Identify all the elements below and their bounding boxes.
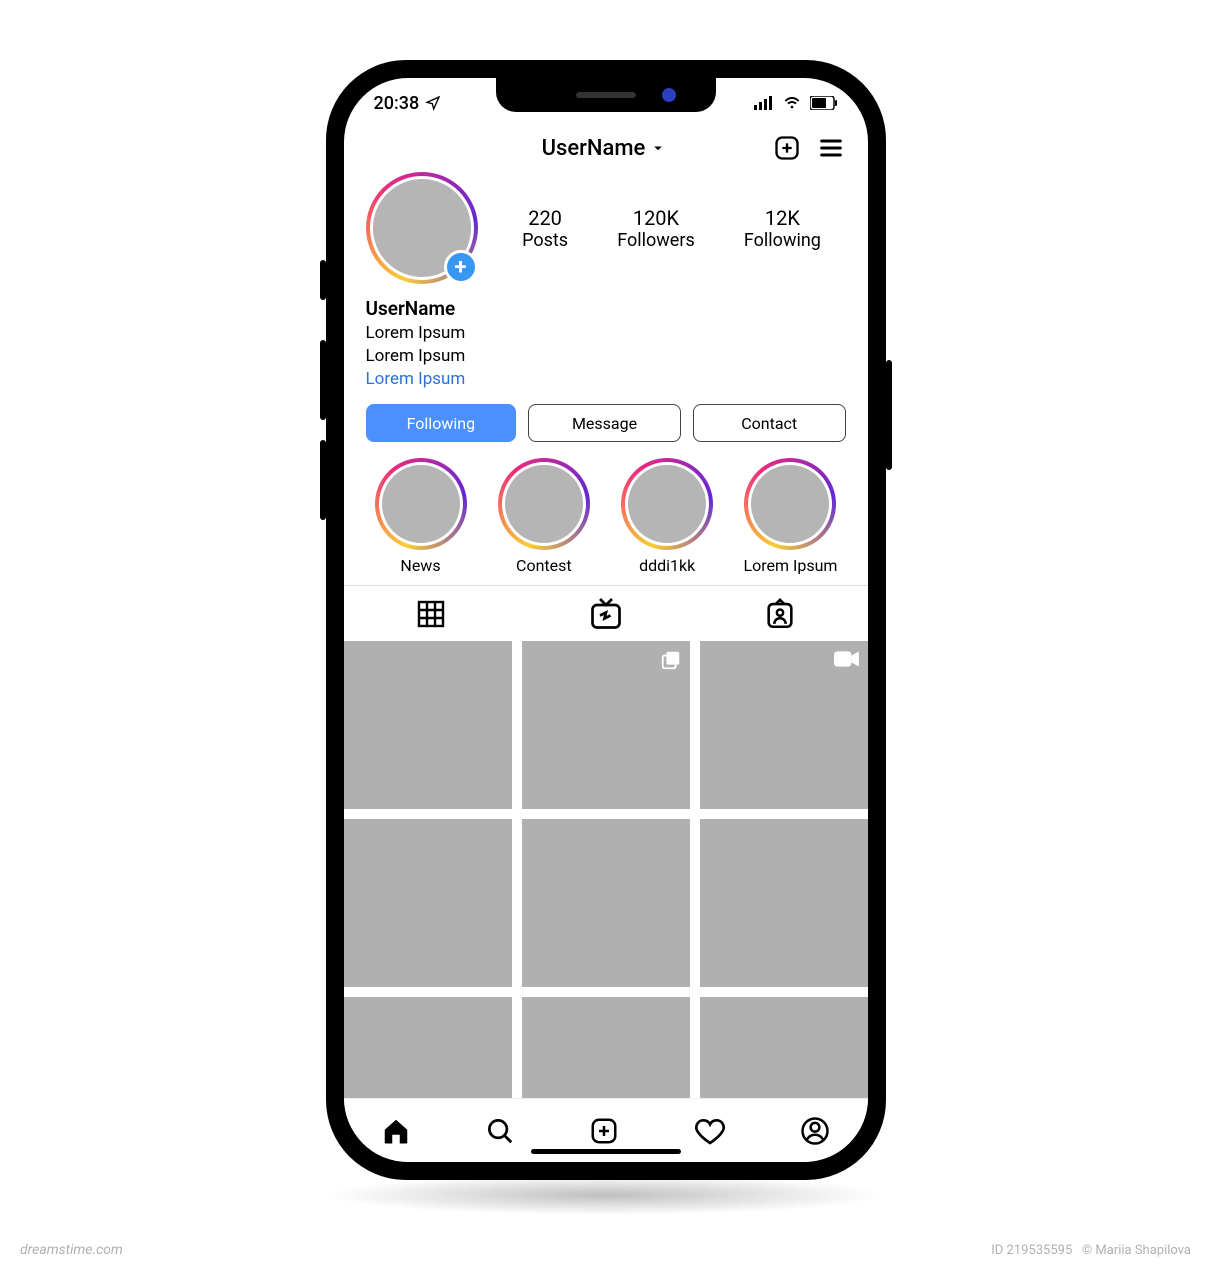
menu-icon[interactable] <box>817 134 845 162</box>
post-thumbnail[interactable] <box>344 997 512 1098</box>
video-icon <box>834 649 860 669</box>
location-arrow-icon <box>425 95 441 111</box>
nav-add-icon[interactable] <box>589 1116 619 1146</box>
post-thumbnail[interactable] <box>344 641 512 809</box>
tab-reels[interactable] <box>518 586 693 641</box>
bio-line: Lorem Ipsum <box>366 322 846 345</box>
stat-followers[interactable]: 120K Followers <box>617 206 695 251</box>
highlight-item[interactable]: Contest <box>489 458 599 575</box>
tv-icon <box>588 596 624 632</box>
highlight-item[interactable]: Lorem Ipsum <box>735 458 845 575</box>
nav-home-icon[interactable] <box>381 1116 411 1146</box>
tagged-icon <box>763 597 797 631</box>
bio-line: Lorem Ipsum <box>366 345 846 368</box>
post-thumbnail[interactable] <box>700 641 868 809</box>
phone-frame: 20:38 UserName + <box>326 60 886 1180</box>
following-button[interactable]: Following <box>366 404 517 442</box>
home-indicator[interactable] <box>531 1149 681 1154</box>
chevron-down-icon <box>649 139 667 157</box>
cell-signal-icon <box>754 96 774 110</box>
bio-username: UserName <box>366 296 846 322</box>
post-thumbnail[interactable] <box>522 641 690 809</box>
header-username-label: UserName <box>542 136 646 161</box>
carousel-icon <box>660 649 682 671</box>
tab-grid[interactable] <box>344 586 519 641</box>
battery-icon <box>810 96 838 110</box>
bio-link[interactable]: Lorem Ipsum <box>366 368 846 391</box>
watermark-left: dreamstime.com <box>20 1242 123 1258</box>
highlight-item[interactable]: News <box>366 458 476 575</box>
nav-profile-icon[interactable] <box>800 1116 830 1146</box>
post-thumbnail[interactable] <box>522 997 690 1098</box>
watermark-right: ID 219535595 © Mariia Shapilova <box>991 1243 1191 1258</box>
wifi-icon <box>782 95 802 111</box>
add-post-icon[interactable] <box>773 134 801 162</box>
grid-icon <box>415 598 447 630</box>
contact-button[interactable]: Contact <box>693 404 846 442</box>
post-thumbnail[interactable] <box>344 819 512 987</box>
stat-posts[interactable]: 220 Posts <box>522 206 568 251</box>
header-username-dropdown[interactable]: UserName <box>542 136 668 161</box>
add-story-badge[interactable]: + <box>444 250 478 284</box>
stat-following[interactable]: 12K Following <box>744 206 821 251</box>
nav-search-icon[interactable] <box>485 1116 515 1146</box>
post-thumbnail[interactable] <box>700 819 868 987</box>
nav-activity-icon[interactable] <box>694 1115 726 1147</box>
message-button[interactable]: Message <box>528 404 681 442</box>
tab-tagged[interactable] <box>693 586 868 641</box>
profile-bio: UserName Lorem Ipsum Lorem Ipsum Lorem I… <box>344 284 868 404</box>
profile-avatar[interactable]: + <box>366 172 478 284</box>
post-thumbnail[interactable] <box>700 997 868 1098</box>
post-thumbnail[interactable] <box>522 819 690 987</box>
posts-grid <box>344 641 868 1098</box>
highlight-item[interactable]: dddi1kk <box>612 458 722 575</box>
status-time: 20:38 <box>374 93 420 114</box>
